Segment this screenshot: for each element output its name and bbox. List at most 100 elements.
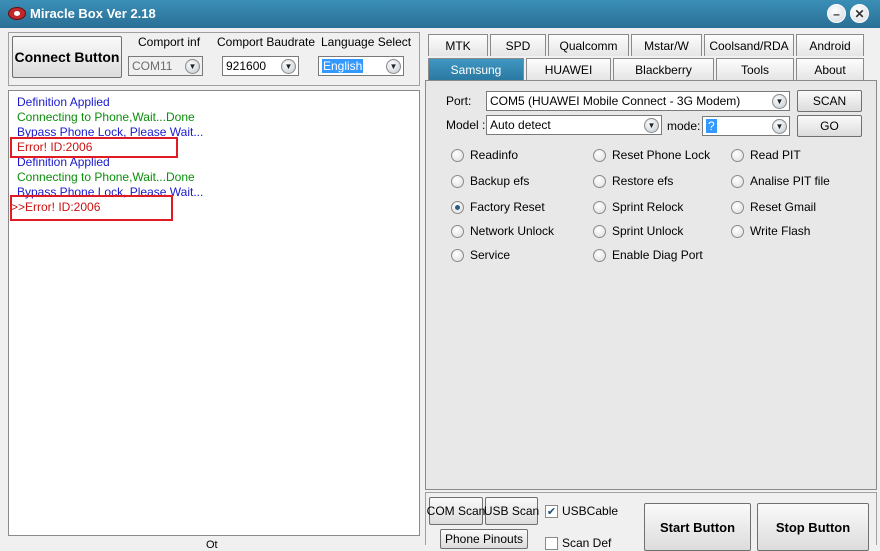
tab-android[interactable]: Android bbox=[796, 34, 864, 56]
model-label: Model : bbox=[446, 118, 486, 132]
option-label: Analise PIT file bbox=[750, 174, 830, 188]
port-select[interactable]: COM5 (HUAWEI Mobile Connect - 3G Modem) … bbox=[486, 91, 790, 111]
tab-tools[interactable]: Tools bbox=[716, 58, 794, 80]
baudrate-select[interactable]: 921600 ▼ bbox=[222, 56, 299, 76]
option-restore-efs[interactable]: Restore efs bbox=[593, 174, 673, 188]
radio-icon bbox=[451, 200, 464, 214]
radio-icon bbox=[593, 148, 606, 162]
model-select[interactable]: Auto detect ▼ bbox=[486, 115, 662, 135]
tab-qualcomm[interactable]: Qualcomm bbox=[548, 34, 629, 56]
radio-icon bbox=[731, 224, 744, 238]
chevron-down-icon: ▼ bbox=[644, 118, 659, 133]
close-button[interactable]: ✕ bbox=[850, 4, 869, 23]
port-label: Port: bbox=[446, 94, 472, 108]
option-reset-phone-lock[interactable]: Reset Phone Lock bbox=[593, 148, 710, 162]
checkmark-icon: ✔ bbox=[545, 504, 558, 518]
com-scan-button[interactable]: COM Scan bbox=[427, 497, 485, 525]
option-label: Service bbox=[470, 248, 511, 262]
window-title: Miracle Box Ver 2.18 bbox=[30, 6, 156, 21]
tab-coolsand-rda[interactable]: Coolsand/RDA bbox=[704, 34, 794, 56]
option-label: Readinfo bbox=[470, 148, 519, 162]
usbcable-label: USBCable bbox=[562, 504, 619, 518]
option-label: Backup efs bbox=[470, 174, 530, 188]
language-select[interactable]: English ▼ bbox=[318, 56, 404, 76]
radio-icon bbox=[593, 224, 606, 238]
comport-select[interactable]: COM11 ▼ bbox=[128, 56, 203, 76]
mode-label: mode: bbox=[667, 119, 701, 133]
usb-scan-button[interactable]: USB Scan bbox=[484, 497, 539, 525]
chevron-down-icon: ▼ bbox=[386, 59, 401, 74]
option-label: Reset Phone Lock bbox=[612, 148, 711, 162]
comport-value: COM11 bbox=[132, 59, 173, 73]
tab-blackberry[interactable]: Blackberry bbox=[613, 58, 714, 80]
usbcable-checkbox[interactable]: ✔ USBCable bbox=[545, 504, 618, 518]
option-sprint-relock[interactable]: Sprint Relock bbox=[593, 200, 683, 214]
tab-huawei[interactable]: HUAWEI bbox=[526, 58, 611, 80]
tab-mstar-w[interactable]: Mstar/W bbox=[631, 34, 702, 56]
radio-icon bbox=[593, 248, 606, 262]
radio-icon bbox=[731, 200, 744, 214]
chevron-down-icon: ▼ bbox=[185, 59, 200, 74]
option-label: Sprint Unlock bbox=[612, 224, 684, 238]
option-label: Restore efs bbox=[612, 174, 674, 188]
option-label: Factory Reset bbox=[470, 200, 545, 214]
connect-button[interactable]: Connect Button bbox=[12, 36, 122, 78]
title-bar: Miracle Box Ver 2.18 – ✕ bbox=[0, 0, 880, 28]
baudrate-label: Comport Baudrate bbox=[217, 35, 316, 49]
option-sprint-unlock[interactable]: Sprint Unlock bbox=[593, 224, 683, 238]
go-button[interactable]: GO bbox=[797, 115, 862, 137]
radio-icon bbox=[451, 174, 464, 188]
chevron-down-icon: ▼ bbox=[281, 59, 296, 74]
log-line: Connecting to Phone,Wait...Done bbox=[17, 170, 195, 184]
chevron-down-icon: ▼ bbox=[772, 94, 787, 109]
radio-icon bbox=[451, 248, 464, 262]
chevron-down-icon: ▼ bbox=[772, 119, 787, 134]
scan-button[interactable]: SCAN bbox=[797, 90, 862, 112]
radio-icon bbox=[593, 200, 606, 214]
option-label: Sprint Relock bbox=[612, 200, 684, 214]
option-readinfo[interactable]: Readinfo bbox=[451, 148, 518, 162]
option-label: Enable Diag Port bbox=[612, 248, 703, 262]
option-label: Reset Gmail bbox=[750, 200, 817, 214]
radio-icon bbox=[731, 148, 744, 162]
mode-select[interactable]: ? ▼ bbox=[702, 116, 790, 136]
tab-mtk[interactable]: MTK bbox=[428, 34, 488, 56]
tab-content bbox=[425, 80, 877, 490]
option-read-pit[interactable]: Read PIT bbox=[731, 148, 801, 162]
close-icon: ✕ bbox=[854, 6, 865, 21]
radio-icon bbox=[731, 174, 744, 188]
checkbox-icon bbox=[545, 536, 558, 550]
app-logo-icon bbox=[8, 7, 26, 20]
option-backup-efs[interactable]: Backup efs bbox=[451, 174, 529, 188]
option-write-flash[interactable]: Write Flash bbox=[731, 224, 810, 238]
port-value: COM5 (HUAWEI Mobile Connect - 3G Modem) bbox=[490, 94, 741, 108]
radio-icon bbox=[593, 174, 606, 188]
model-value: Auto detect bbox=[490, 118, 551, 132]
mode-value: ? bbox=[706, 119, 717, 133]
language-label: Language Select bbox=[321, 35, 412, 49]
error-highlight-box bbox=[10, 137, 178, 158]
option-label: Read PIT bbox=[750, 148, 801, 162]
option-analise-pit-file[interactable]: Analise PIT file bbox=[731, 174, 830, 188]
option-factory-reset[interactable]: Factory Reset bbox=[451, 200, 545, 214]
error-highlight-box bbox=[10, 195, 173, 221]
log-output[interactable]: Definition Applied Connecting to Phone,W… bbox=[8, 90, 420, 536]
option-label: Network Unlock bbox=[470, 224, 555, 238]
option-reset-gmail[interactable]: Reset Gmail bbox=[731, 200, 816, 214]
option-enable-diag-port[interactable]: Enable Diag Port bbox=[593, 248, 703, 262]
start-button[interactable]: Start Button bbox=[644, 503, 751, 551]
baudrate-value: 921600 bbox=[226, 59, 267, 73]
tab-spd[interactable]: SPD bbox=[490, 34, 546, 56]
scan-def-label: Scan Def bbox=[562, 536, 612, 550]
tab-samsung[interactable]: Samsung bbox=[428, 58, 524, 80]
option-network-unlock[interactable]: Network Unlock bbox=[451, 224, 554, 238]
comport-label: Comport inf bbox=[138, 35, 201, 49]
language-value: English bbox=[322, 59, 364, 73]
stop-button[interactable]: Stop Button bbox=[757, 503, 869, 551]
minimize-button[interactable]: – bbox=[827, 4, 846, 23]
option-service[interactable]: Service bbox=[451, 248, 510, 262]
scan-def-checkbox[interactable]: Scan Def bbox=[545, 536, 611, 550]
phone-pinouts-button[interactable]: Phone Pinouts bbox=[440, 529, 528, 549]
radio-icon bbox=[451, 148, 464, 162]
tab-about[interactable]: About bbox=[796, 58, 864, 80]
